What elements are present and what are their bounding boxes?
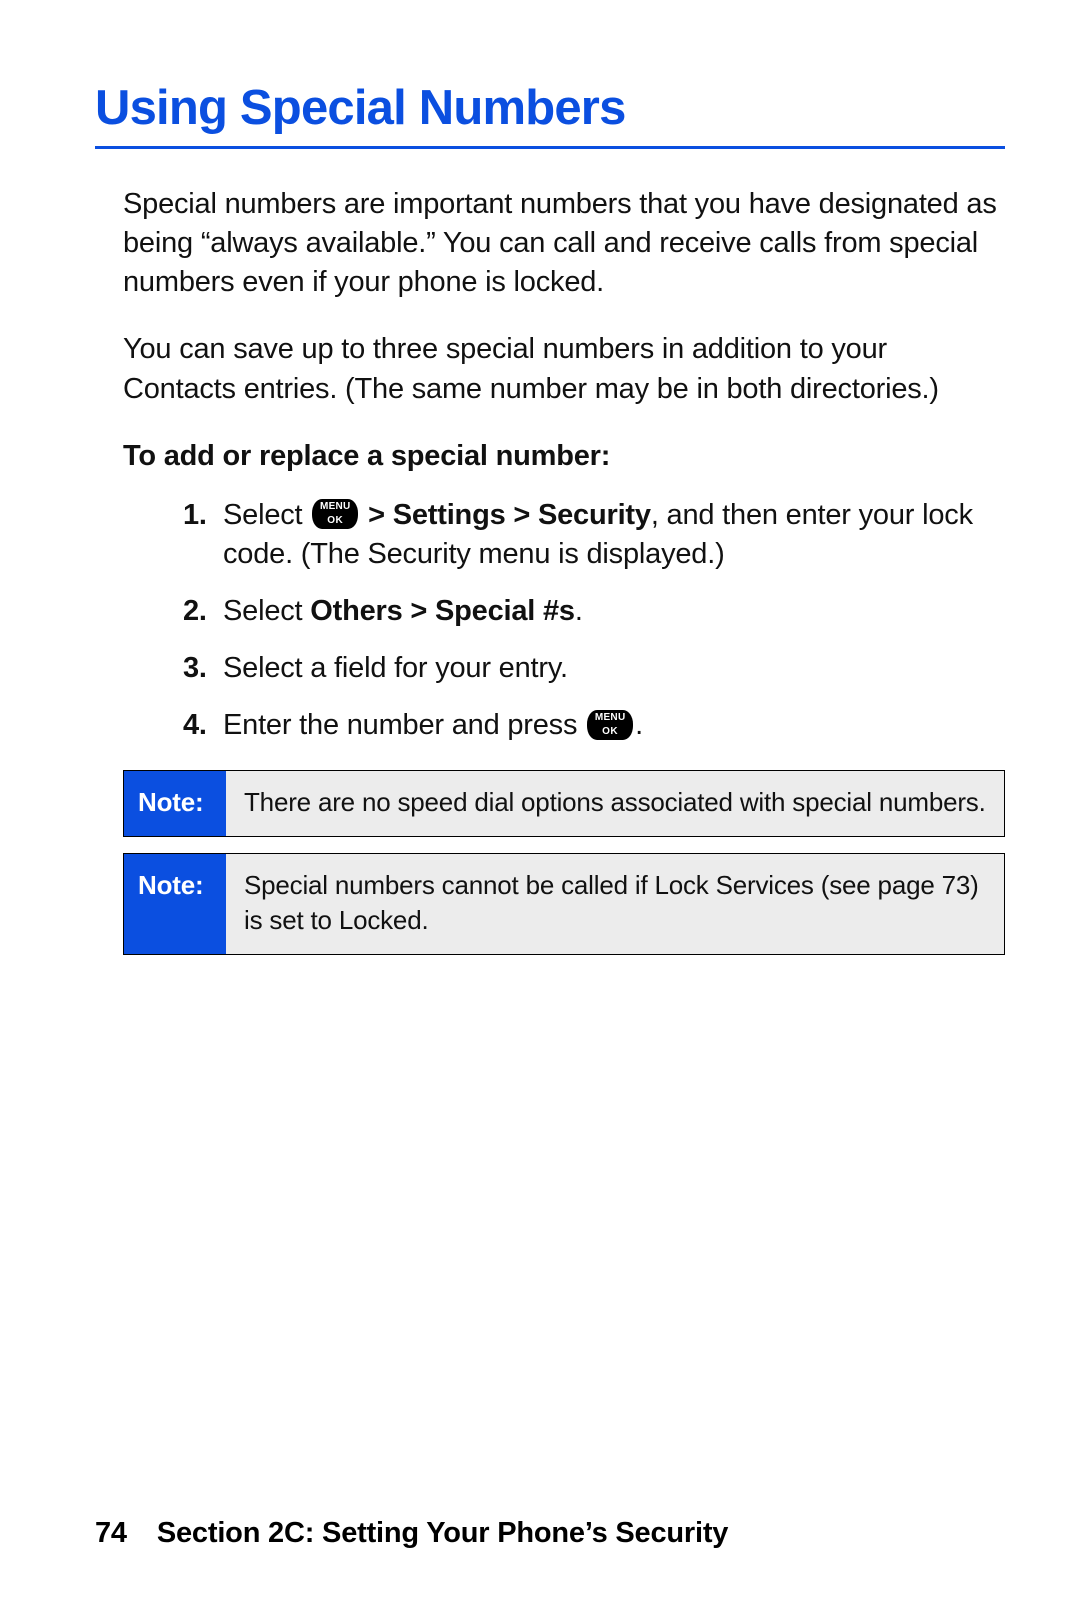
note-box-2: Note: Special numbers cannot be called i… bbox=[123, 853, 1005, 955]
note-text: There are no speed dial options associat… bbox=[226, 771, 1004, 836]
step-text-post: . bbox=[635, 709, 643, 741]
icon-top-label: MENU bbox=[587, 713, 633, 723]
step-4: 4. Enter the number and press MENU OK. bbox=[183, 706, 1005, 745]
procedure-steps: 1. Select MENUOK > Settings > Security, … bbox=[123, 496, 1005, 746]
icon-bottom-label: OK bbox=[587, 727, 633, 737]
step-nav-path: > Settings > Security bbox=[360, 499, 651, 531]
step-text: Select Others > Special #s. bbox=[223, 595, 583, 627]
icon-top-label: MENU bbox=[312, 502, 358, 512]
section-title: Section 2C: Setting Your Phone’s Securit… bbox=[157, 1517, 728, 1549]
step-nav-path: Others > Special #s bbox=[310, 595, 575, 627]
step-text-post: . bbox=[575, 595, 583, 627]
step-text: Enter the number and press MENU OK. bbox=[223, 709, 643, 741]
body-content: Special numbers are important numbers th… bbox=[95, 185, 1005, 955]
note-label: Note: bbox=[124, 771, 226, 836]
step-text: Select MENUOK > Settings > Security, and… bbox=[223, 499, 973, 570]
step-text-pre: Select bbox=[223, 595, 310, 627]
step-text: Select a field for your entry. bbox=[223, 652, 568, 684]
page-footer: 74 Section 2C: Setting Your Phone’s Secur… bbox=[95, 1517, 728, 1550]
intro-paragraph-2: You can save up to three special numbers… bbox=[123, 330, 1005, 408]
procedure-heading: To add or replace a special number: bbox=[123, 437, 1005, 476]
page-title: Using Special Numbers bbox=[95, 80, 1005, 149]
step-text-pre: Enter the number and press bbox=[223, 709, 585, 741]
document-page: Using Special Numbers Special numbers ar… bbox=[0, 0, 1080, 1620]
menu-ok-icon: MENU OK bbox=[587, 710, 633, 740]
step-number: 3. bbox=[183, 649, 207, 688]
step-text-pre: Select bbox=[223, 499, 310, 531]
note-text: Special numbers cannot be called if Lock… bbox=[226, 854, 1004, 954]
step-number: 1. bbox=[183, 496, 207, 535]
menu-ok-icon: MENU OK bbox=[312, 499, 358, 529]
step-number: 4. bbox=[183, 706, 207, 745]
intro-paragraph-1: Special numbers are important numbers th… bbox=[123, 185, 1005, 302]
icon-bottom-label: OK bbox=[312, 516, 358, 526]
step-3: 3. Select a field for your entry. bbox=[183, 649, 1005, 688]
page-number: 74 bbox=[95, 1517, 127, 1549]
step-number: 2. bbox=[183, 592, 207, 631]
note-box-1: Note: There are no speed dial options as… bbox=[123, 770, 1005, 837]
note-label: Note: bbox=[124, 854, 226, 954]
step-1: 1. Select MENUOK > Settings > Security, … bbox=[183, 496, 1005, 574]
step-2: 2. Select Others > Special #s. bbox=[183, 592, 1005, 631]
